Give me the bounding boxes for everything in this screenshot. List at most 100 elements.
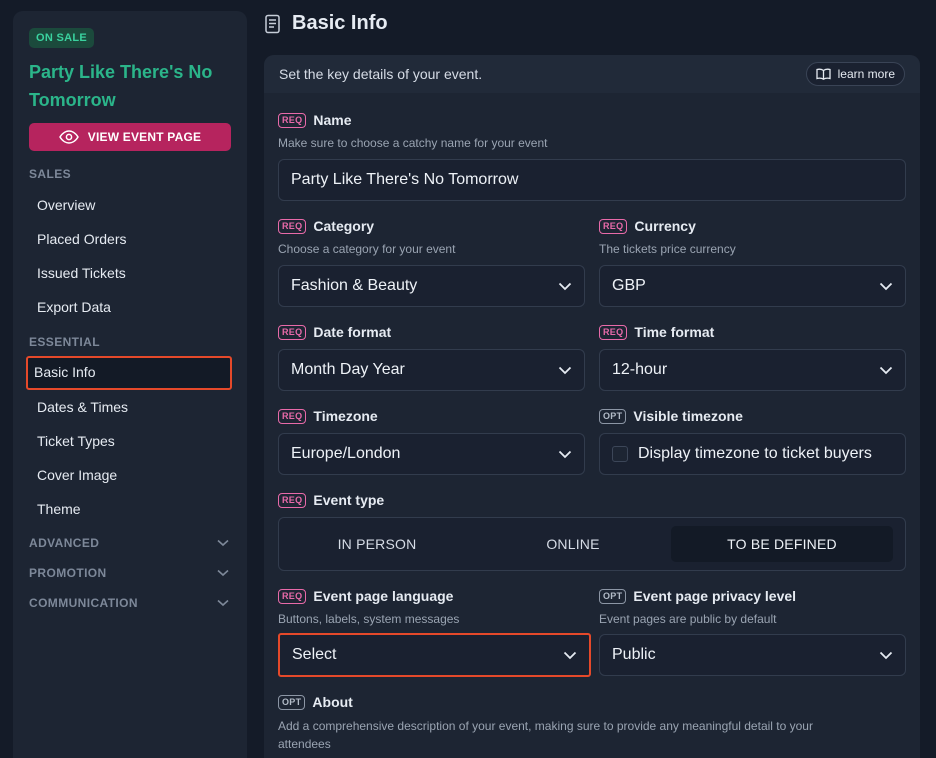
category-hint: Choose a category for your event <box>278 242 456 256</box>
view-event-page-label: VIEW EVENT PAGE <box>87 130 202 144</box>
learn-more-label: learn more <box>837 67 895 81</box>
sidebar-item-theme[interactable]: Theme <box>29 492 231 526</box>
event-type-option-online[interactable]: ONLINE <box>475 526 671 562</box>
page-title: Basic Info <box>264 12 388 35</box>
section-advanced[interactable]: ADVANCED <box>29 536 231 550</box>
event-type-option-in-person[interactable]: IN PERSON <box>279 526 475 562</box>
time-format-label: Time format <box>634 324 715 340</box>
privacy-label: Event page privacy level <box>633 588 797 604</box>
sidebar-item-dates-times[interactable]: Dates & Times <box>29 390 231 424</box>
visible-timezone-option[interactable]: Display timezone to ticket buyers <box>599 433 906 475</box>
time-format-field-group: REQ Time format 12-hour <box>599 323 906 391</box>
required-tag: REQ <box>278 588 307 604</box>
event-type-segmented-control: IN PERSON ONLINE TO BE DEFINED <box>278 517 906 571</box>
about-label: About <box>312 694 353 710</box>
required-tag: REQ <box>599 218 628 234</box>
section-essential: ESSENTIAL <box>29 335 231 349</box>
sidebar-item-export-data[interactable]: Export Data <box>29 290 231 324</box>
date-format-select[interactable]: Month Day Year <box>278 349 585 391</box>
sidebar-item-overview[interactable]: Overview <box>29 188 231 222</box>
required-tag: REQ <box>278 408 307 424</box>
about-hint: Add a comprehensive description of your … <box>278 719 813 751</box>
name-value: Party Like There's No Tomorrow <box>291 171 519 188</box>
timezone-field-group: REQ Timezone Europe/London <box>278 407 585 475</box>
view-event-page-button[interactable]: VIEW EVENT PAGE <box>29 123 231 151</box>
visible-timezone-checkbox[interactable] <box>612 446 628 462</box>
required-tag: REQ <box>278 492 307 508</box>
chevron-down-icon <box>217 569 229 577</box>
privacy-select[interactable]: Public <box>599 634 906 676</box>
sidebar-item-cover-image[interactable]: Cover Image <box>29 458 231 492</box>
basic-info-card: Set the key details of your event. learn… <box>264 55 920 758</box>
event-type-option-to-be-defined[interactable]: TO BE DEFINED <box>671 526 893 562</box>
language-field-group: REQ Event page language Buttons, labels, … <box>278 587 591 677</box>
sidebar-item-ticket-types[interactable]: Ticket Types <box>29 424 231 458</box>
sidebar: ON SALE Party Like There's No Tomorrow V… <box>13 11 247 758</box>
status-badge: ON SALE <box>29 28 94 48</box>
chevron-down-icon <box>217 539 229 547</box>
timezone-select[interactable]: Europe/London <box>278 433 585 475</box>
event-title: Party Like There's No Tomorrow <box>29 62 213 110</box>
section-promotion-label: PROMOTION <box>29 566 107 580</box>
currency-value: GBP <box>612 277 646 294</box>
date-format-field-group: REQ Date format Month Day Year <box>278 323 585 391</box>
currency-label: Currency <box>634 218 696 234</box>
section-advanced-label: ADVANCED <box>29 536 100 550</box>
sidebar-item-basic-info[interactable]: Basic Info <box>26 356 232 390</box>
required-tag: REQ <box>278 112 307 128</box>
chevron-down-icon <box>879 366 893 374</box>
chevron-down-icon <box>879 651 893 659</box>
name-label: Name <box>313 112 352 128</box>
visible-timezone-label: Visible timezone <box>633 408 743 424</box>
category-field-group: REQ Category Choose a category for your e… <box>278 217 585 307</box>
chevron-down-icon <box>558 282 572 290</box>
optional-tag: OPT <box>599 408 627 424</box>
chevron-down-icon <box>558 366 572 374</box>
time-format-select[interactable]: 12-hour <box>599 349 906 391</box>
eye-icon <box>58 130 79 144</box>
book-icon <box>815 68 831 80</box>
page-title-text: Basic Info <box>292 12 388 34</box>
date-format-label: Date format <box>313 324 392 340</box>
section-promotion[interactable]: PROMOTION <box>29 566 231 580</box>
required-tag: REQ <box>278 324 307 340</box>
chevron-down-icon <box>879 282 893 290</box>
section-essential-label: ESSENTIAL <box>29 335 100 349</box>
section-communication[interactable]: COMMUNICATION <box>29 596 231 610</box>
required-tag: REQ <box>278 218 307 234</box>
sidebar-item-placed-orders[interactable]: Placed Orders <box>29 222 231 256</box>
chevron-down-icon <box>217 599 229 607</box>
name-hint: Make sure to choose a catchy name for yo… <box>278 136 548 150</box>
time-format-value: 12-hour <box>612 361 668 378</box>
privacy-field-group: OPT Event page privacy level Event pages … <box>599 587 906 676</box>
section-sales-label: SALES <box>29 167 72 181</box>
visible-timezone-checkbox-label: Display timezone to ticket buyers <box>638 445 872 462</box>
category-select[interactable]: Fashion & Beauty <box>278 265 585 307</box>
language-select[interactable]: Select <box>278 633 591 677</box>
event-type-label: Event type <box>313 492 385 508</box>
name-field-group: REQ Name Make sure to choose a catchy nam… <box>278 111 906 201</box>
card-header: Set the key details of your event. learn… <box>264 55 920 93</box>
category-value: Fashion & Beauty <box>291 277 418 294</box>
timezone-label: Timezone <box>313 408 378 424</box>
optional-tag: OPT <box>278 694 306 710</box>
language-value: Select <box>292 646 337 663</box>
sidebar-item-issued-tickets[interactable]: Issued Tickets <box>29 256 231 290</box>
visible-timezone-field-group: OPT Visible timezone Display timezone to … <box>599 407 906 475</box>
about-field-group: OPT About Add a comprehensive description… <box>278 693 906 753</box>
language-label: Event page language <box>313 588 454 604</box>
currency-hint: The tickets price currency <box>599 242 736 256</box>
privacy-value: Public <box>612 646 656 663</box>
privacy-hint: Event pages are public by default <box>599 612 777 626</box>
event-type-field-group: REQ Event type IN PERSON ONLINE TO BE DEF… <box>278 491 906 571</box>
timezone-value: Europe/London <box>291 445 401 462</box>
category-label: Category <box>313 218 375 234</box>
chevron-down-icon <box>558 450 572 458</box>
learn-more-button[interactable]: learn more <box>805 62 905 86</box>
section-communication-label: COMMUNICATION <box>29 596 138 610</box>
chevron-down-icon <box>563 651 577 659</box>
name-input[interactable]: Party Like There's No Tomorrow <box>278 159 906 201</box>
required-tag: REQ <box>599 324 628 340</box>
currency-select[interactable]: GBP <box>599 265 906 307</box>
optional-tag: OPT <box>599 588 627 604</box>
